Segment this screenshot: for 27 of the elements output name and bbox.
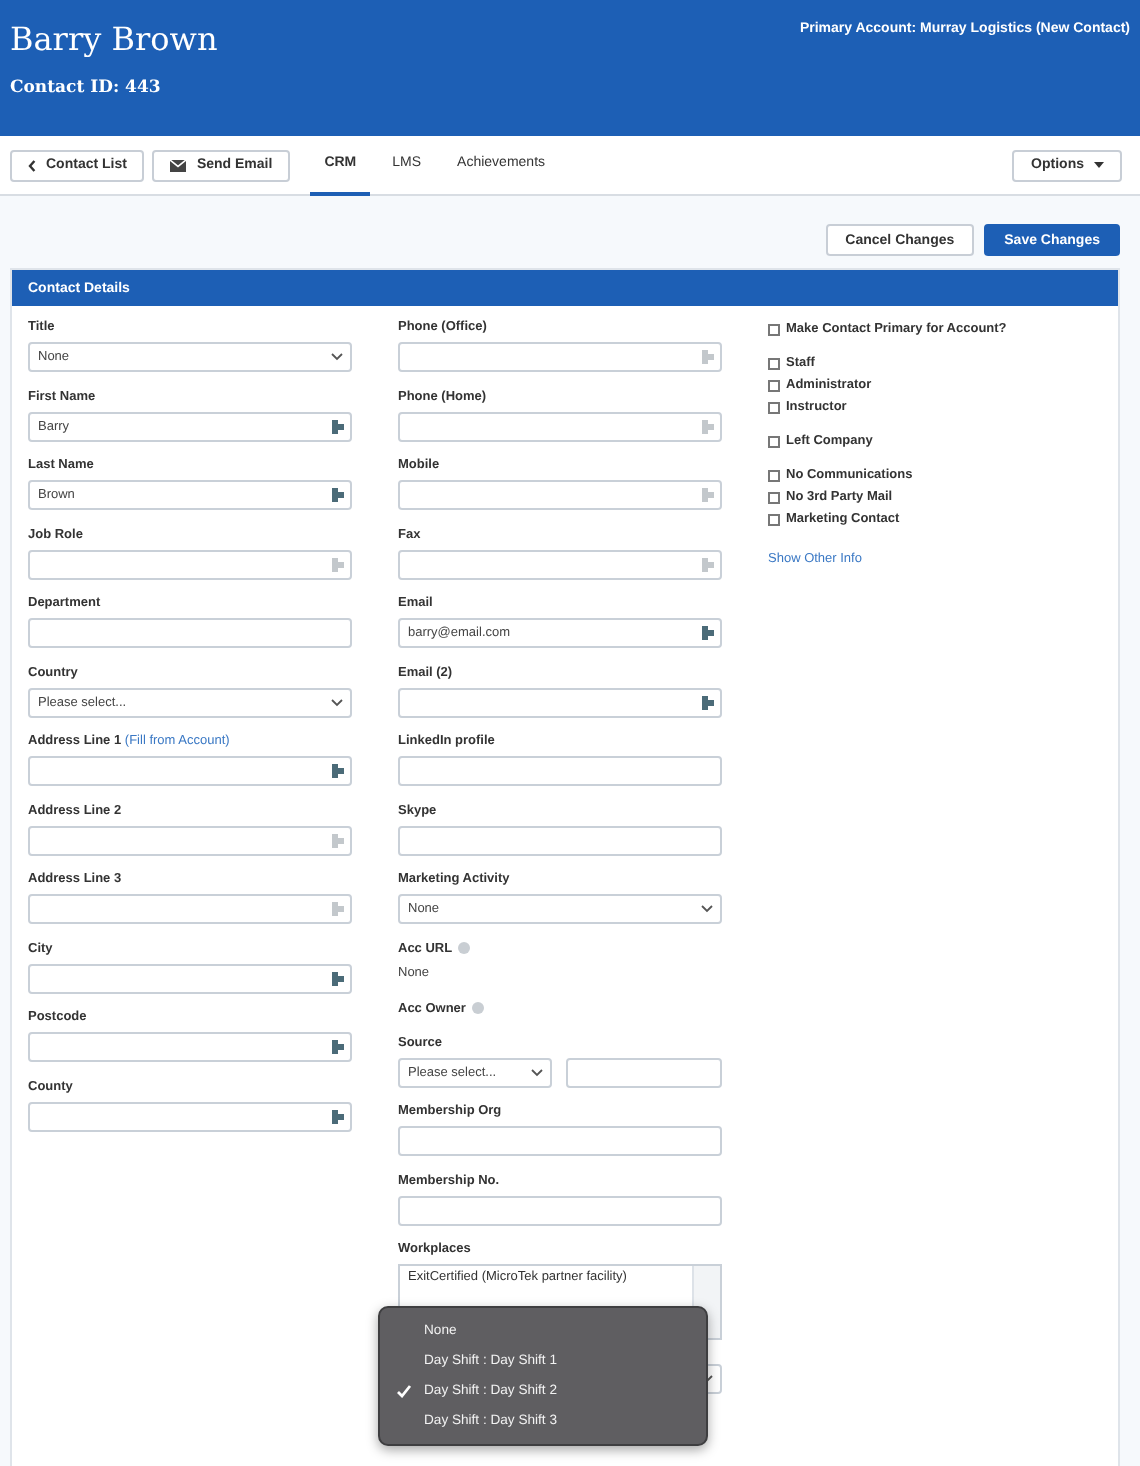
contact-id: Contact ID: 443 xyxy=(10,78,163,98)
checkbox[interactable] xyxy=(768,323,780,335)
checkbox[interactable] xyxy=(768,357,780,369)
lookup-icon[interactable] xyxy=(332,971,344,985)
lookup-icon[interactable] xyxy=(332,764,344,778)
checkbox[interactable] xyxy=(768,469,780,481)
checkbox[interactable] xyxy=(768,401,780,413)
checkbox[interactable] xyxy=(768,379,780,391)
lookup-icon[interactable] xyxy=(332,1109,344,1123)
lookup-icon[interactable] xyxy=(332,488,344,502)
envelope-icon xyxy=(170,159,187,171)
lookup-icon[interactable] xyxy=(702,695,714,709)
chevron-down-icon xyxy=(330,352,344,362)
info-icon xyxy=(471,1002,484,1014)
chevron-down-icon xyxy=(700,904,714,914)
checkbox[interactable] xyxy=(768,435,780,447)
lookup-icon[interactable] xyxy=(702,626,714,640)
checkbox[interactable] xyxy=(768,513,780,525)
lookup-icon[interactable] xyxy=(332,419,344,433)
chevron-down-icon xyxy=(330,697,344,707)
caret-icon xyxy=(1094,162,1104,168)
checkbox[interactable] xyxy=(768,491,780,503)
lookup-icon[interactable] xyxy=(332,1040,344,1054)
chevron-down-icon xyxy=(530,1067,544,1077)
contact-name: Barry Brown xyxy=(10,20,218,60)
info-icon xyxy=(458,942,471,954)
chevron-left-icon xyxy=(28,159,36,171)
